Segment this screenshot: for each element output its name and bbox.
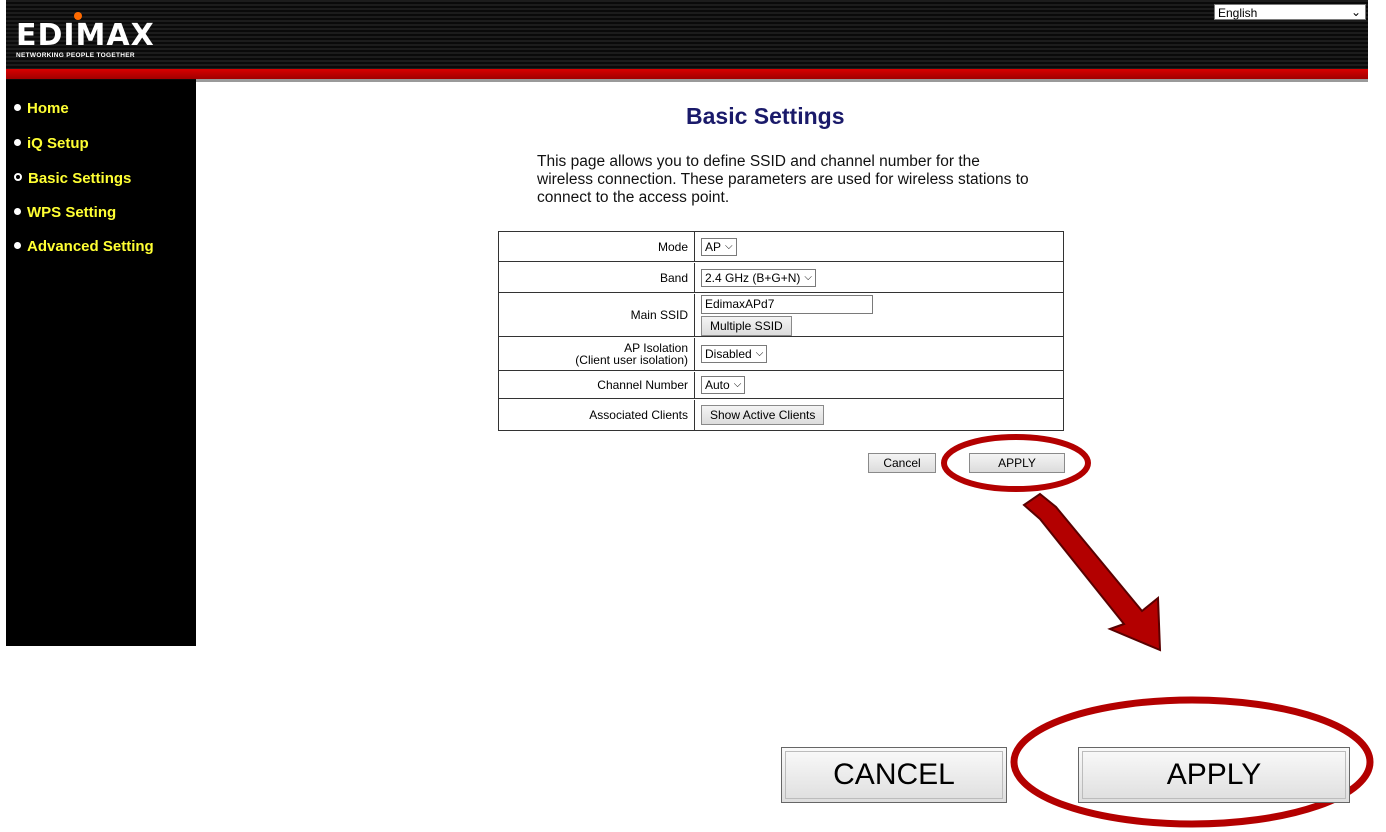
zoom-cancel-label: CANCEL [833, 758, 955, 791]
annotation-overlay [941, 434, 1374, 828]
highlight-ellipse-small [941, 434, 1091, 492]
pointer-arrow-icon [1022, 492, 1162, 652]
zoom-apply-label: APPLY [1166, 758, 1262, 791]
zoom-cancel-button[interactable]: CANCEL [781, 747, 1007, 803]
zoom-apply-button[interactable]: APPLY [1078, 747, 1350, 803]
